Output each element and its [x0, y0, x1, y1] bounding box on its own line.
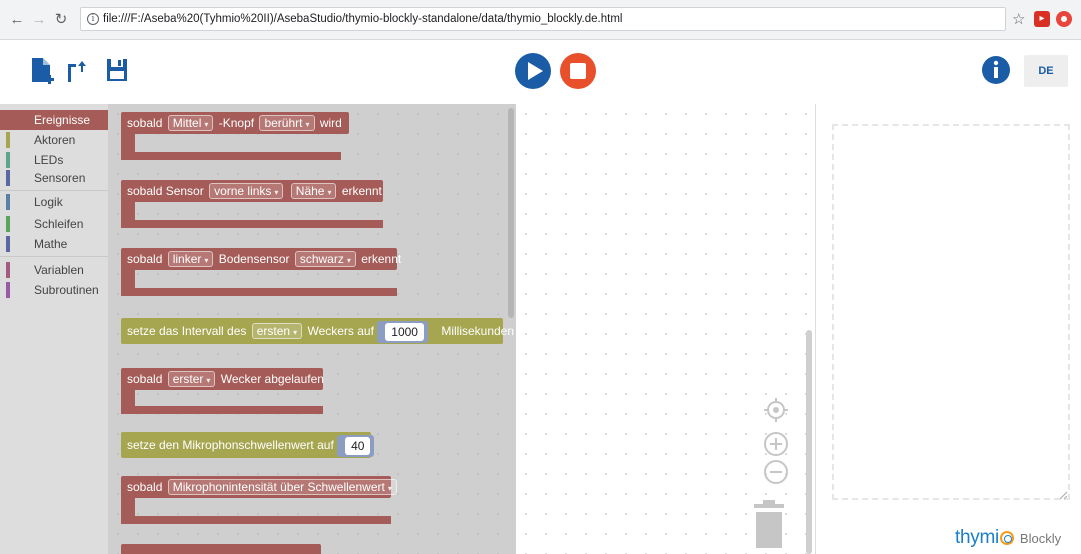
- color-dropdown[interactable]: schwarz ▾: [294, 251, 356, 267]
- bookmark-star-icon[interactable]: ☆: [1012, 10, 1025, 28]
- block-text: Millisekunden: [441, 324, 515, 338]
- category-label: Schleifen: [34, 217, 84, 231]
- timer-select-dropdown[interactable]: erster ▾: [167, 371, 216, 387]
- thymio-o-icon: [999, 531, 1014, 545]
- category-color-bar: [6, 282, 10, 298]
- block-text: sobald: [127, 372, 163, 386]
- page-info-icon[interactable]: i: [87, 13, 99, 25]
- category-separator: [0, 190, 108, 191]
- workspace-canvas[interactable]: [516, 104, 816, 554]
- category-label: Variablen: [34, 263, 84, 277]
- info-icon[interactable]: [981, 55, 1011, 85]
- category-label: Sensoren: [34, 171, 86, 185]
- recenter-icon[interactable]: [762, 396, 790, 424]
- url-text[interactable]: file:///F:/Aseba%20(Tyhmio%20II)/AsebaSt…: [103, 13, 622, 25]
- category-label: LEDs: [34, 153, 64, 167]
- resize-handle-icon[interactable]: [1058, 490, 1068, 500]
- proximity-dropdown[interactable]: Nähe ▾: [290, 183, 337, 199]
- category-color-bar: [6, 112, 10, 128]
- category-logik[interactable]: Logik: [0, 192, 108, 212]
- flyout-scrollbar[interactable]: [508, 108, 514, 318]
- new-file-icon[interactable]: [30, 56, 56, 86]
- category-separator: [0, 256, 108, 257]
- block-text: Bodensensor: [218, 252, 290, 266]
- category-variablen[interactable]: Variablen: [0, 260, 108, 280]
- category-schleifen[interactable]: Schleifen: [0, 214, 108, 234]
- block-text: sobald: [127, 480, 163, 494]
- number-input-block: 1000: [377, 320, 428, 343]
- category-color-bar: [6, 216, 10, 232]
- category-label: Ereignisse: [34, 113, 91, 127]
- block-text: wird: [319, 116, 342, 130]
- block-text: setze das Intervall des: [127, 324, 247, 338]
- category-subroutinen[interactable]: Subroutinen: [0, 280, 108, 300]
- category-label: Subroutinen: [34, 283, 99, 297]
- reload-icon[interactable]: ↻: [52, 11, 70, 29]
- sensor-dropdown[interactable]: vorne links ▾: [209, 183, 284, 199]
- category-sensoren[interactable]: Sensoren: [0, 168, 108, 188]
- back-arrow-icon[interactable]: ←: [8, 11, 26, 29]
- zoom-out-icon[interactable]: [762, 458, 790, 486]
- category-ereignisse[interactable]: Ereignisse: [0, 110, 108, 130]
- category-label: Mathe: [34, 237, 68, 251]
- language-button[interactable]: DE: [1024, 55, 1068, 87]
- stop-icon[interactable]: [559, 52, 597, 90]
- category-leds[interactable]: LEDs: [0, 150, 108, 170]
- category-color-bar: [6, 194, 10, 210]
- play-icon[interactable]: [514, 52, 552, 90]
- category-color-bar: [6, 236, 10, 252]
- save-icon[interactable]: [104, 56, 130, 84]
- interval-value[interactable]: 1000: [385, 322, 424, 341]
- workspace-scrollbar[interactable]: [806, 330, 812, 554]
- address-bar[interactable]: i file:///F:/Aseba%20(Tyhmio%20II)/Aseba…: [80, 7, 1006, 31]
- browser-toolbar: ← → ↻ i file:///F:/Aseba%20(Tyhmio%20II)…: [0, 0, 1081, 40]
- category-color-bar: [6, 152, 10, 168]
- brand-sub: Blockly: [1019, 531, 1062, 546]
- zoom-in-icon[interactable]: [762, 430, 790, 458]
- extension-record-icon[interactable]: [1056, 11, 1072, 27]
- block-text: -Knopf: [218, 116, 255, 130]
- category-label: Logik: [34, 195, 63, 209]
- category-color-bar: [6, 262, 10, 278]
- set-timer-interval-block[interactable]: setze das Intervall des ersten ▾ Weckers …: [121, 318, 514, 344]
- block-text: Weckers auf: [307, 324, 374, 338]
- category-color-bar: [6, 170, 10, 186]
- toolbox: Ereignisse Aktoren LEDs Sensoren Logik S…: [0, 104, 108, 554]
- category-aktoren[interactable]: Aktoren: [0, 130, 108, 150]
- button-dropdown[interactable]: Mittel ▾: [167, 115, 214, 131]
- thymio-blockly-logo: thymi Blockly: [955, 527, 1061, 549]
- code-output-panel[interactable]: [832, 124, 1070, 500]
- threshold-value[interactable]: 40: [345, 436, 371, 455]
- trash-icon[interactable]: [752, 500, 786, 550]
- app-toolbar: DE: [0, 40, 1081, 104]
- category-color-bar: [6, 132, 10, 148]
- block-text: erkennt: [341, 184, 382, 198]
- number-input-block: 40: [337, 434, 375, 457]
- block-text: setze den Mikrophonschwellenwert auf: [127, 438, 334, 452]
- mic-dropdown[interactable]: Mikrophonintensität über Schwellenwert ▾: [167, 479, 397, 495]
- block-text: sobald Sensor: [127, 184, 204, 198]
- block-flyout: sobald Mittel ▾ -Knopf berührt ▾ wird soba…: [108, 104, 516, 554]
- block-text: Wecker abgelaufen: [220, 372, 324, 386]
- block-text: sobald: [127, 252, 163, 266]
- open-file-icon[interactable]: [64, 58, 92, 86]
- action-dropdown[interactable]: berührt ▾: [259, 115, 315, 131]
- set-mic-threshold-block[interactable]: setze den Mikrophonschwellenwert auf 40: [121, 432, 375, 458]
- category-mathe[interactable]: Mathe: [0, 234, 108, 254]
- timer-dropdown[interactable]: ersten ▾: [251, 323, 303, 339]
- forward-arrow-icon[interactable]: →: [30, 11, 48, 29]
- block-text: erkennt: [361, 252, 402, 266]
- block-text: sobald: [127, 116, 163, 130]
- brand-name: thymi: [955, 527, 999, 548]
- category-label: Aktoren: [34, 133, 76, 147]
- extension-icon[interactable]: ▸: [1034, 11, 1050, 27]
- side-dropdown[interactable]: linker ▾: [167, 251, 214, 267]
